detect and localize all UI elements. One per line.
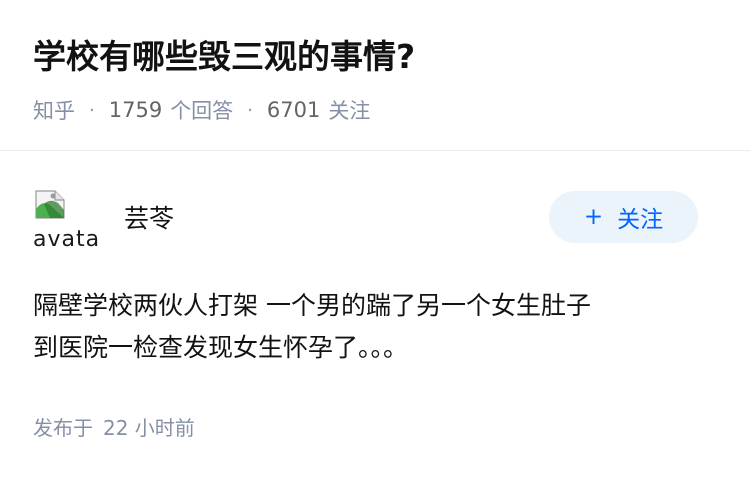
answer-count: 1759 <box>108 98 163 122</box>
meta-separator: · <box>89 99 95 121</box>
published-time[interactable]: 发布于 22 小时前 <box>33 412 195 441</box>
answer-text-line: 到医院一检查发现女生怀孕了。。。 <box>33 333 409 362</box>
source-label[interactable]: 知乎 <box>33 95 75 125</box>
published-time-value: 22 小时前 <box>103 416 195 440</box>
answer-text-line: 隔壁学校两伙人打架 一个男的踹了另一个女生肚子 <box>33 291 591 320</box>
follow-button-label: 关注 <box>617 207 664 233</box>
answer-card: avatar 芸苓 + 关注 隔壁学校两伙人打架 一个男的踹了另一个女生肚子 到… <box>0 151 750 482</box>
avatar-alt-text: avatar <box>33 227 99 252</box>
author-name[interactable]: 芸苓 <box>124 199 174 235</box>
plus-icon: + <box>583 203 604 230</box>
meta-separator: · <box>247 99 253 121</box>
follower-count-label: 关注 <box>328 99 371 123</box>
question-meta: 知乎 · 1759 个回答 · 6701 关注 <box>33 94 370 126</box>
follower-count: 6701 <box>266 98 321 122</box>
broken-image-icon <box>35 190 65 219</box>
published-label: 发布于 <box>33 416 93 440</box>
question-header: 学校有哪些毁三观的事情? 知乎 · 1759 个回答 · 6701 关注 <box>0 0 750 151</box>
author-row: avatar 芸苓 + 关注 <box>33 187 698 252</box>
answer-content: 隔壁学校两伙人打架 一个男的踹了另一个女生肚子 到医院一检查发现女生怀孕了。。。 <box>33 285 723 369</box>
question-title[interactable]: 学校有哪些毁三观的事情? <box>33 34 415 80</box>
avatar[interactable]: avatar <box>33 187 99 253</box>
follow-button[interactable]: + 关注 <box>549 191 698 243</box>
answer-count-label: 个回答 <box>170 99 234 123</box>
